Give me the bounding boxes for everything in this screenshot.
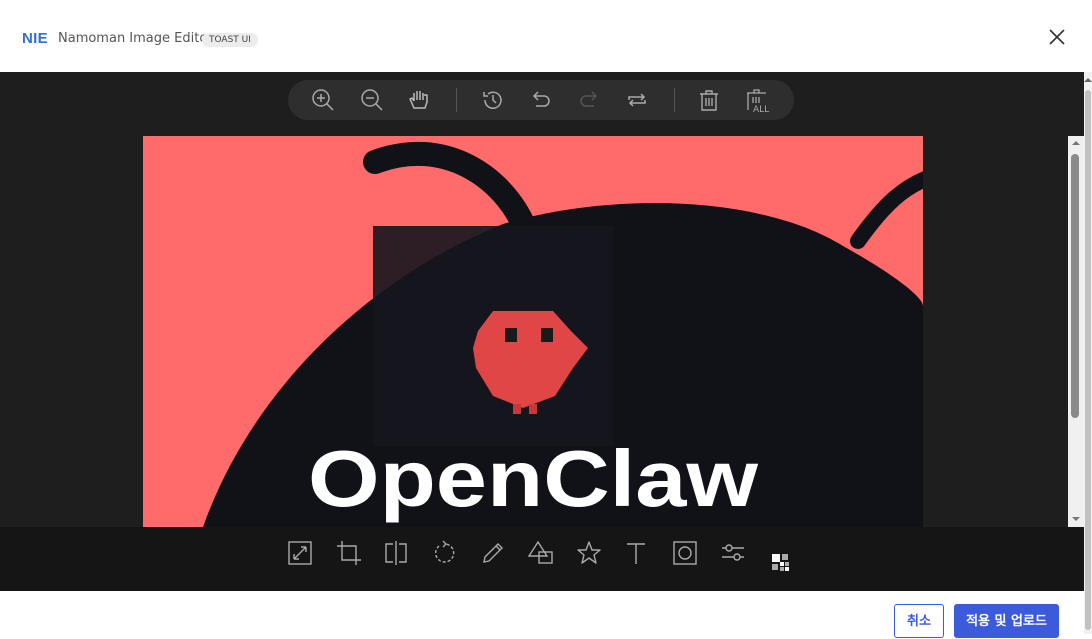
apply-upload-button[interactable]: 적용 및 업로드 — [954, 604, 1059, 638]
zoom-out-icon — [361, 89, 383, 111]
icon-button[interactable] — [575, 539, 603, 567]
scroll-down-icon — [1072, 517, 1080, 521]
redo-icon — [580, 91, 598, 107]
reset-icon — [628, 93, 646, 107]
app-title: Namoman Image Editor — [58, 31, 213, 46]
undo-icon — [532, 91, 550, 107]
brand-logo: NIE — [22, 30, 48, 47]
filter-button[interactable] — [719, 539, 747, 567]
zoom-out-button[interactable] — [358, 86, 386, 114]
pencil-icon — [483, 543, 503, 563]
page-scrollbar[interactable] — [1084, 72, 1092, 634]
shape-button[interactable] — [527, 539, 555, 567]
trash-all-icon: ALL — [747, 89, 769, 114]
zoom-in-button[interactable] — [309, 86, 337, 114]
mask-icon — [673, 541, 697, 565]
resize-button[interactable] — [286, 539, 314, 567]
history-icon — [483, 91, 502, 109]
resize-icon — [288, 541, 312, 565]
canvas-text: OpenClaw — [308, 434, 759, 523]
text-button[interactable] — [622, 539, 650, 567]
flip-icon — [385, 541, 407, 565]
hand-icon — [409, 91, 428, 109]
filter-icon — [722, 544, 744, 561]
redo-button[interactable] — [575, 86, 603, 114]
toolbar-divider — [456, 88, 457, 112]
mosaic-button[interactable] — [767, 549, 795, 577]
text-icon — [627, 543, 645, 564]
history-button[interactable] — [479, 86, 507, 114]
hand-button[interactable] — [406, 86, 434, 114]
shape-icon — [527, 540, 553, 564]
trash-icon — [700, 90, 718, 111]
toast-ui-badge: TOAST UI — [202, 33, 258, 47]
top-toolbar: ALL — [288, 80, 794, 120]
delete-all-label: ALL — [753, 105, 769, 114]
cancel-button[interactable]: 취소 — [894, 604, 944, 638]
mosaic-icon — [772, 554, 789, 571]
rotate-button[interactable] — [431, 539, 459, 567]
delete-all-button[interactable]: ALL — [744, 86, 772, 114]
close-button[interactable] — [1046, 26, 1068, 48]
editor-area: ALL OpenClaw — [0, 72, 1084, 591]
page-scrollbar-thumb[interactable] — [1085, 90, 1091, 630]
mask-button[interactable] — [671, 539, 699, 567]
scroll-up-icon — [1072, 141, 1080, 145]
delete-button[interactable] — [695, 86, 723, 114]
undo-button[interactable] — [527, 86, 555, 114]
zoom-in-icon — [312, 89, 334, 111]
image-canvas[interactable]: OpenClaw — [143, 136, 923, 527]
flip-button[interactable] — [382, 539, 410, 567]
canvas-scrollbar[interactable] — [1068, 136, 1084, 527]
editor-header: NIE Namoman Image Editor TOAST UI — [0, 0, 1092, 72]
crop-button[interactable] — [335, 539, 363, 567]
crop-icon — [337, 541, 361, 565]
page-scroll-up-icon — [1084, 78, 1092, 82]
reset-button[interactable] — [623, 86, 651, 114]
rotate-icon — [435, 540, 455, 563]
close-icon — [1049, 29, 1065, 45]
toolbar-divider — [674, 88, 675, 112]
star-icon — [577, 541, 601, 564]
bottom-toolbar — [0, 527, 1084, 591]
draw-button[interactable] — [479, 539, 507, 567]
canvas-scrollbar-thumb[interactable] — [1071, 154, 1079, 418]
